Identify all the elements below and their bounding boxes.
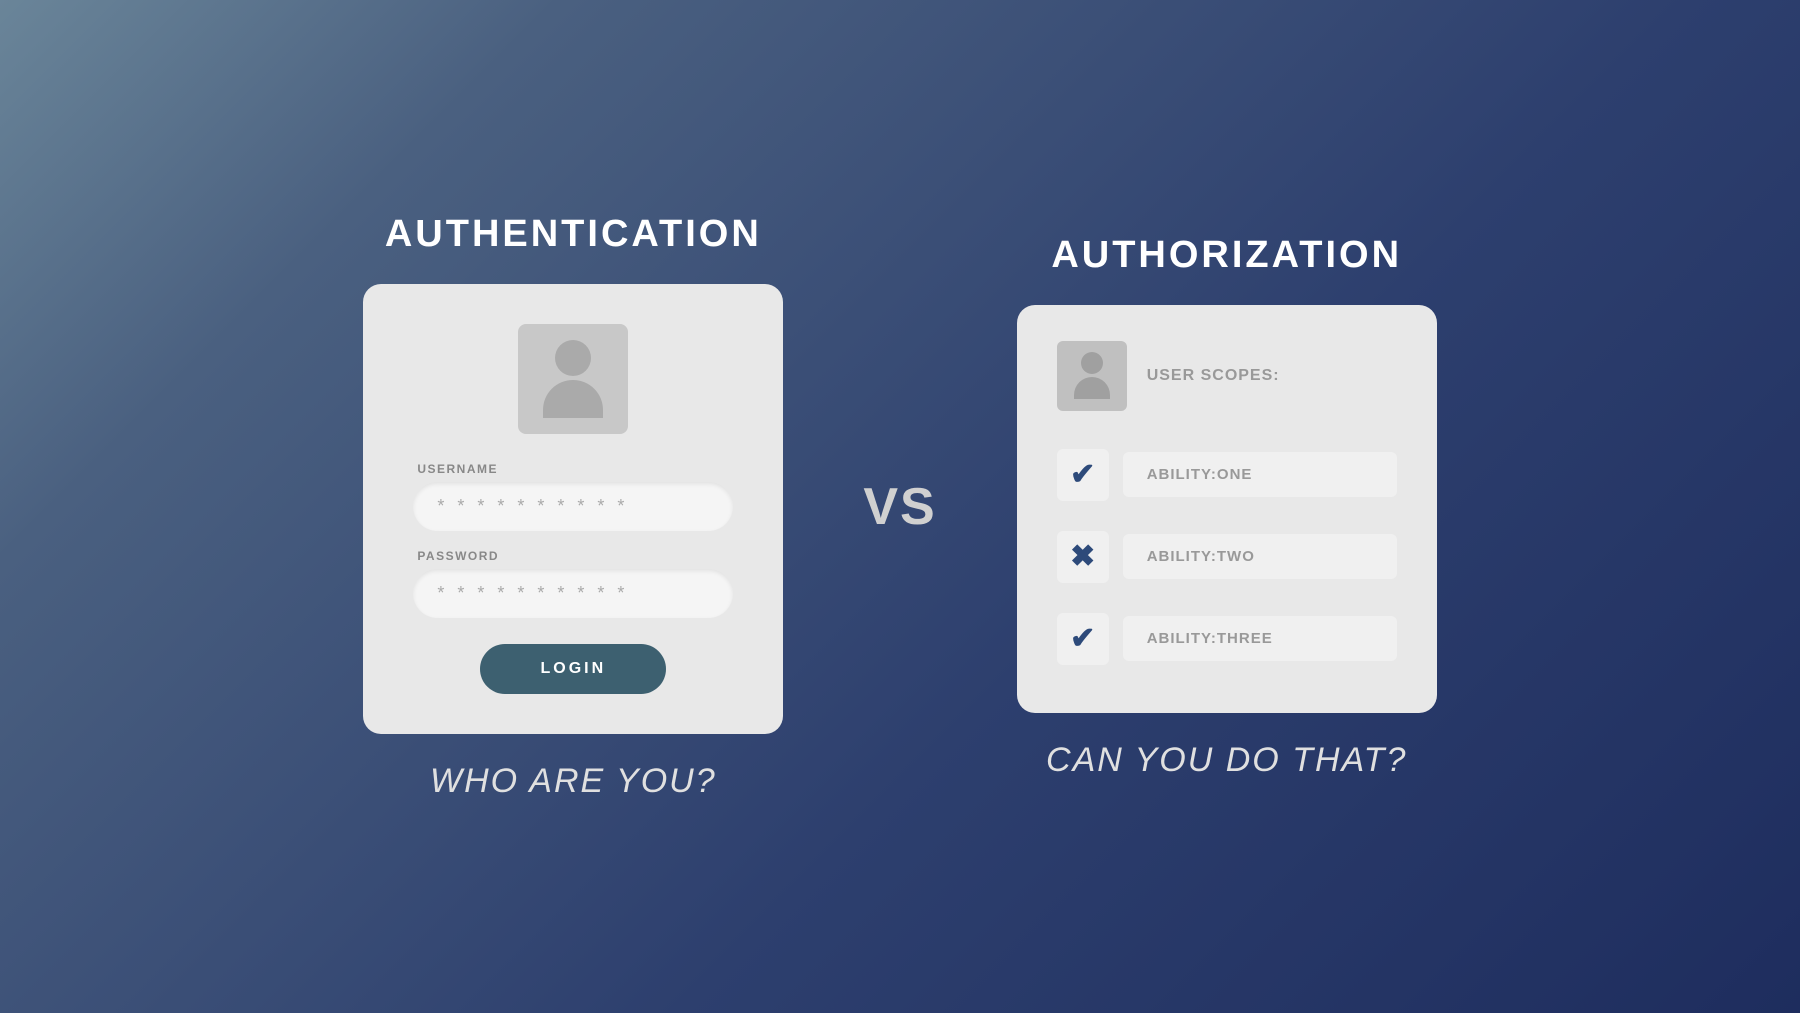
authentication-section: AUTHENTICATION USERNAME PASSWORD LOGIN W… (363, 213, 783, 801)
small-avatar (1057, 341, 1127, 411)
authorization-section: AUTHORIZATION USER SCOPES: ✔ ABILITY:ONE (1017, 234, 1437, 780)
authorization-title: AUTHORIZATION (1051, 234, 1402, 277)
small-avatar-body (1074, 377, 1110, 399)
ability-two-checkbox: ✖ (1057, 531, 1109, 583)
ability-two-label: ABILITY:TWO (1123, 534, 1397, 579)
ability-two-row: ✖ ABILITY:TWO (1057, 531, 1397, 583)
authentication-title: AUTHENTICATION (385, 213, 762, 256)
authorization-card: USER SCOPES: ✔ ABILITY:ONE ✖ ABILITY:TWO… (1017, 305, 1437, 713)
checkmark-icon-2: ✔ (1070, 621, 1095, 656)
ability-three-row: ✔ ABILITY:THREE (1057, 613, 1397, 665)
login-button[interactable]: LOGIN (480, 644, 666, 694)
password-field-group: PASSWORD (413, 549, 733, 618)
username-field-group: USERNAME (413, 462, 733, 531)
authorization-subtitle: CAN YOU DO THAT? (1046, 741, 1407, 780)
checkmark-icon: ✔ (1070, 457, 1095, 492)
user-header: USER SCOPES: (1057, 341, 1397, 411)
main-container: AUTHENTICATION USERNAME PASSWORD LOGIN W… (0, 173, 1800, 841)
avatar-head (555, 340, 591, 376)
small-avatar-head (1081, 352, 1103, 374)
password-label: PASSWORD (413, 549, 733, 563)
user-scopes-label: USER SCOPES: (1147, 367, 1280, 385)
ability-one-row: ✔ ABILITY:ONE (1057, 449, 1397, 501)
avatar-body (543, 380, 603, 418)
username-label: USERNAME (413, 462, 733, 476)
ability-one-label: ABILITY:ONE (1123, 452, 1397, 497)
vs-divider: VS (863, 477, 936, 537)
xmark-icon: ✖ (1070, 539, 1095, 574)
ability-one-checkbox: ✔ (1057, 449, 1109, 501)
username-input[interactable] (413, 482, 733, 531)
avatar-icon (543, 340, 603, 418)
ability-three-label: ABILITY:THREE (1123, 616, 1397, 661)
ability-three-checkbox: ✔ (1057, 613, 1109, 665)
authentication-subtitle: WHO ARE YOU? (430, 762, 717, 801)
password-input[interactable] (413, 569, 733, 618)
authentication-card: USERNAME PASSWORD LOGIN (363, 284, 783, 734)
user-avatar (518, 324, 628, 434)
